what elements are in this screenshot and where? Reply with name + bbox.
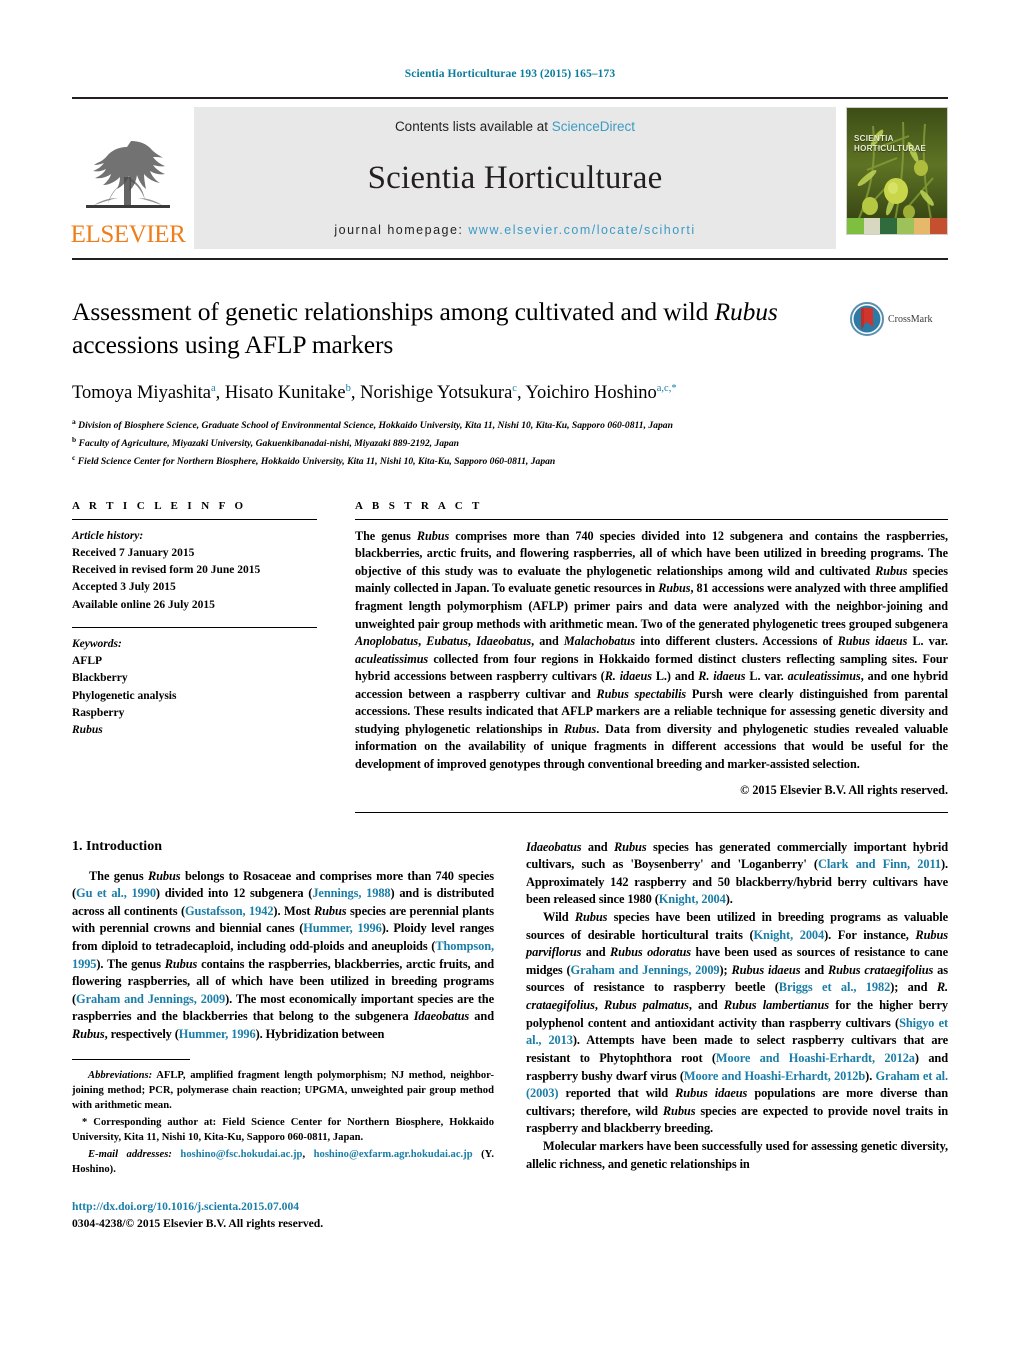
- contents-prefix: Contents lists available at: [394, 119, 552, 134]
- author-list: Tomoya Miyashitaa, Hisato Kunitakeb, Nor…: [72, 383, 677, 404]
- homepage-prefix: journal homepage:: [334, 223, 469, 237]
- keywords-rule: [72, 626, 317, 628]
- article-history-item: Accepted 3 July 2015: [72, 581, 176, 594]
- cover-title: SCIENTIA HORTICULTURAE: [854, 134, 926, 154]
- journal-masthead: ELSEVIER Contents lists available at Sci…: [70, 97, 948, 260]
- cover-artwork: [847, 108, 947, 234]
- journal-homepage-link[interactable]: www.elsevier.com/locate/scihorti: [468, 223, 695, 237]
- article-history-label: Article history:: [72, 529, 144, 542]
- page-title: Assessment of genetic relationships amon…: [72, 296, 838, 361]
- journal-name: Scientia Horticulturae: [367, 160, 663, 196]
- article-info-column: A R T I C L E I N F O Article history: R…: [72, 500, 317, 813]
- info-abstract-section: A R T I C L E I N F O Article history: R…: [72, 500, 948, 813]
- keyword-item: AFLP: [72, 655, 103, 668]
- abstract-copyright: © 2015 Elsevier B.V. All rights reserved…: [740, 782, 948, 797]
- elsevier-wordmark: ELSEVIER: [70, 221, 186, 248]
- footnote-corresponding-author: * Corresponding author at: Field Science…: [72, 1116, 494, 1143]
- crossmark-label: CrossMark: [888, 313, 933, 325]
- masthead-center: Contents lists available at ScienceDirec…: [194, 107, 836, 249]
- running-head: Scientia Horticulturae 193 (2015) 165–17…: [404, 68, 616, 80]
- abstract-heading: A B S T R A C T: [355, 499, 483, 512]
- introduction-heading: 1. Introduction: [72, 838, 162, 854]
- article-info-heading: A R T I C L E I N F O: [72, 499, 247, 512]
- keywords-label: Keywords:: [72, 637, 122, 650]
- article-history-item: Available online 26 July 2015: [72, 598, 215, 611]
- intro-paragraph-right-1: Idaeobatus and Rubus species has generat…: [526, 839, 948, 907]
- affiliation-b: b Faculty of Agriculture, Miyazaki Unive…: [72, 435, 459, 450]
- title-and-authors: Assessment of genetic relationships amon…: [72, 296, 850, 470]
- doi-link[interactable]: http://dx.doi.org/10.1016/j.scienta.2015…: [72, 1199, 494, 1216]
- journal-cover-thumbnail: SCIENTIA HORTICULTURAE: [846, 107, 948, 235]
- body-column-left: 1. Introduction The genus Rubus belongs …: [72, 839, 494, 1233]
- footnote-divider: [72, 1058, 190, 1060]
- body-columns: 1. Introduction The genus Rubus belongs …: [72, 839, 948, 1233]
- abstract-rule-top: [355, 518, 948, 520]
- keyword-item: Raspberry: [72, 706, 125, 719]
- elsevier-tree-icon: [86, 141, 170, 208]
- title-part1: Assessment of genetic relationships amon…: [72, 297, 715, 326]
- cover-color-strip: [847, 218, 947, 234]
- article-history-list: Received 7 January 2015 Received in revis…: [72, 545, 317, 614]
- affiliation-list: a Division of Biosphere Science, Graduat…: [72, 416, 838, 469]
- cover-title-line1: SCIENTIA: [854, 134, 894, 143]
- contents-lists-line: Contents lists available at ScienceDirec…: [395, 119, 635, 134]
- intro-paragraph-left: The genus Rubus belongs to Rosaceae and …: [72, 868, 495, 1042]
- abstract-text: The genus Rubus comprises more than 740 …: [355, 528, 949, 772]
- keywords-list: AFLP Blackberry Phylogenetic analysis Raspb…: [72, 653, 317, 739]
- elsevier-logo: ELSEVIER: [70, 107, 186, 249]
- crossmark-icon: [850, 302, 884, 336]
- title-genus-italic: Rubus: [714, 297, 778, 326]
- sciencedirect-link[interactable]: ScienceDirect: [552, 119, 635, 134]
- title-block: Assessment of genetic relationships amon…: [72, 296, 948, 470]
- keyword-item: Rubus: [72, 724, 103, 737]
- footnote-abbreviations: Abbreviations: AFLP, amplified fragment …: [72, 1069, 494, 1111]
- affiliation-a: a Division of Biosphere Science, Graduat…: [72, 417, 673, 432]
- footnotes-block: Abbreviations: AFLP, amplified fragment …: [72, 1058, 494, 1233]
- footnote-email-addresses: E-mail addresses: hoshino@fsc.hokudai.ac…: [72, 1148, 494, 1175]
- cover-title-line2: HORTICULTURAE: [854, 144, 927, 153]
- abstract-rule-bottom: [355, 811, 948, 813]
- intro-paragraph-right-3: Molecular markers have been successfully…: [526, 1138, 948, 1171]
- body-column-right: Idaeobatus and Rubus species has generat…: [526, 839, 948, 1233]
- issn-copyright: 0304-4238/© 2015 Elsevier B.V. All right…: [72, 1216, 324, 1230]
- affiliation-c: c Field Science Center for Northern Bios…: [72, 452, 556, 468]
- keywords-block: Keywords: AFLP Blackberry Phylogenetic ana…: [72, 626, 317, 740]
- journal-homepage-line: journal homepage: www.elsevier.com/locat…: [334, 223, 695, 237]
- abstract-column: A B S T R A C T The genus Rubus comprise…: [355, 500, 948, 813]
- keyword-item: Phylogenetic analysis: [72, 689, 177, 702]
- doi-block: http://dx.doi.org/10.1016/j.scienta.2015…: [72, 1199, 494, 1233]
- article-info-rule-top: [72, 518, 317, 520]
- intro-paragraph-right-2: Wild Rubus species have been utilized in…: [526, 910, 949, 1136]
- crossmark-badge[interactable]: CrossMark: [850, 296, 948, 336]
- keyword-item: Blackberry: [72, 672, 128, 685]
- article-history-item: Received 7 January 2015: [72, 546, 195, 559]
- article-page: Scientia Horticulturae 193 (2015) 165–17…: [0, 0, 1020, 1351]
- title-part2: accessions using AFLP markers: [72, 329, 394, 359]
- article-history-item: Received in revised form 20 June 2015: [72, 564, 261, 577]
